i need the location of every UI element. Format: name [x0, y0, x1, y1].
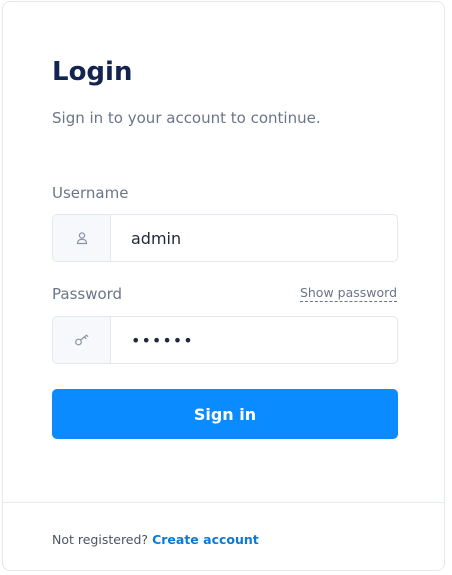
username-input[interactable]: admin [111, 215, 397, 261]
username-field[interactable]: admin [52, 214, 398, 262]
footer-prompt: Not registered? [52, 532, 149, 547]
username-label: Username [52, 184, 129, 202]
password-label: Password [52, 285, 123, 303]
login-card: Login Sign in to your account to continu… [2, 1, 445, 571]
page-title: Login [52, 57, 133, 87]
key-icon [53, 317, 111, 363]
footer-divider [3, 502, 444, 503]
password-field[interactable]: •••••• [52, 316, 398, 364]
page-subtitle: Sign in to your account to continue. [52, 109, 321, 127]
show-password-toggle[interactable]: Show password [299, 285, 397, 302]
footer: Not registered? Create account [52, 531, 259, 549]
create-account-link[interactable]: Create account [152, 532, 259, 547]
user-icon [53, 215, 111, 261]
password-input[interactable]: •••••• [111, 317, 397, 363]
sign-in-button[interactable]: Sign in [52, 389, 398, 439]
